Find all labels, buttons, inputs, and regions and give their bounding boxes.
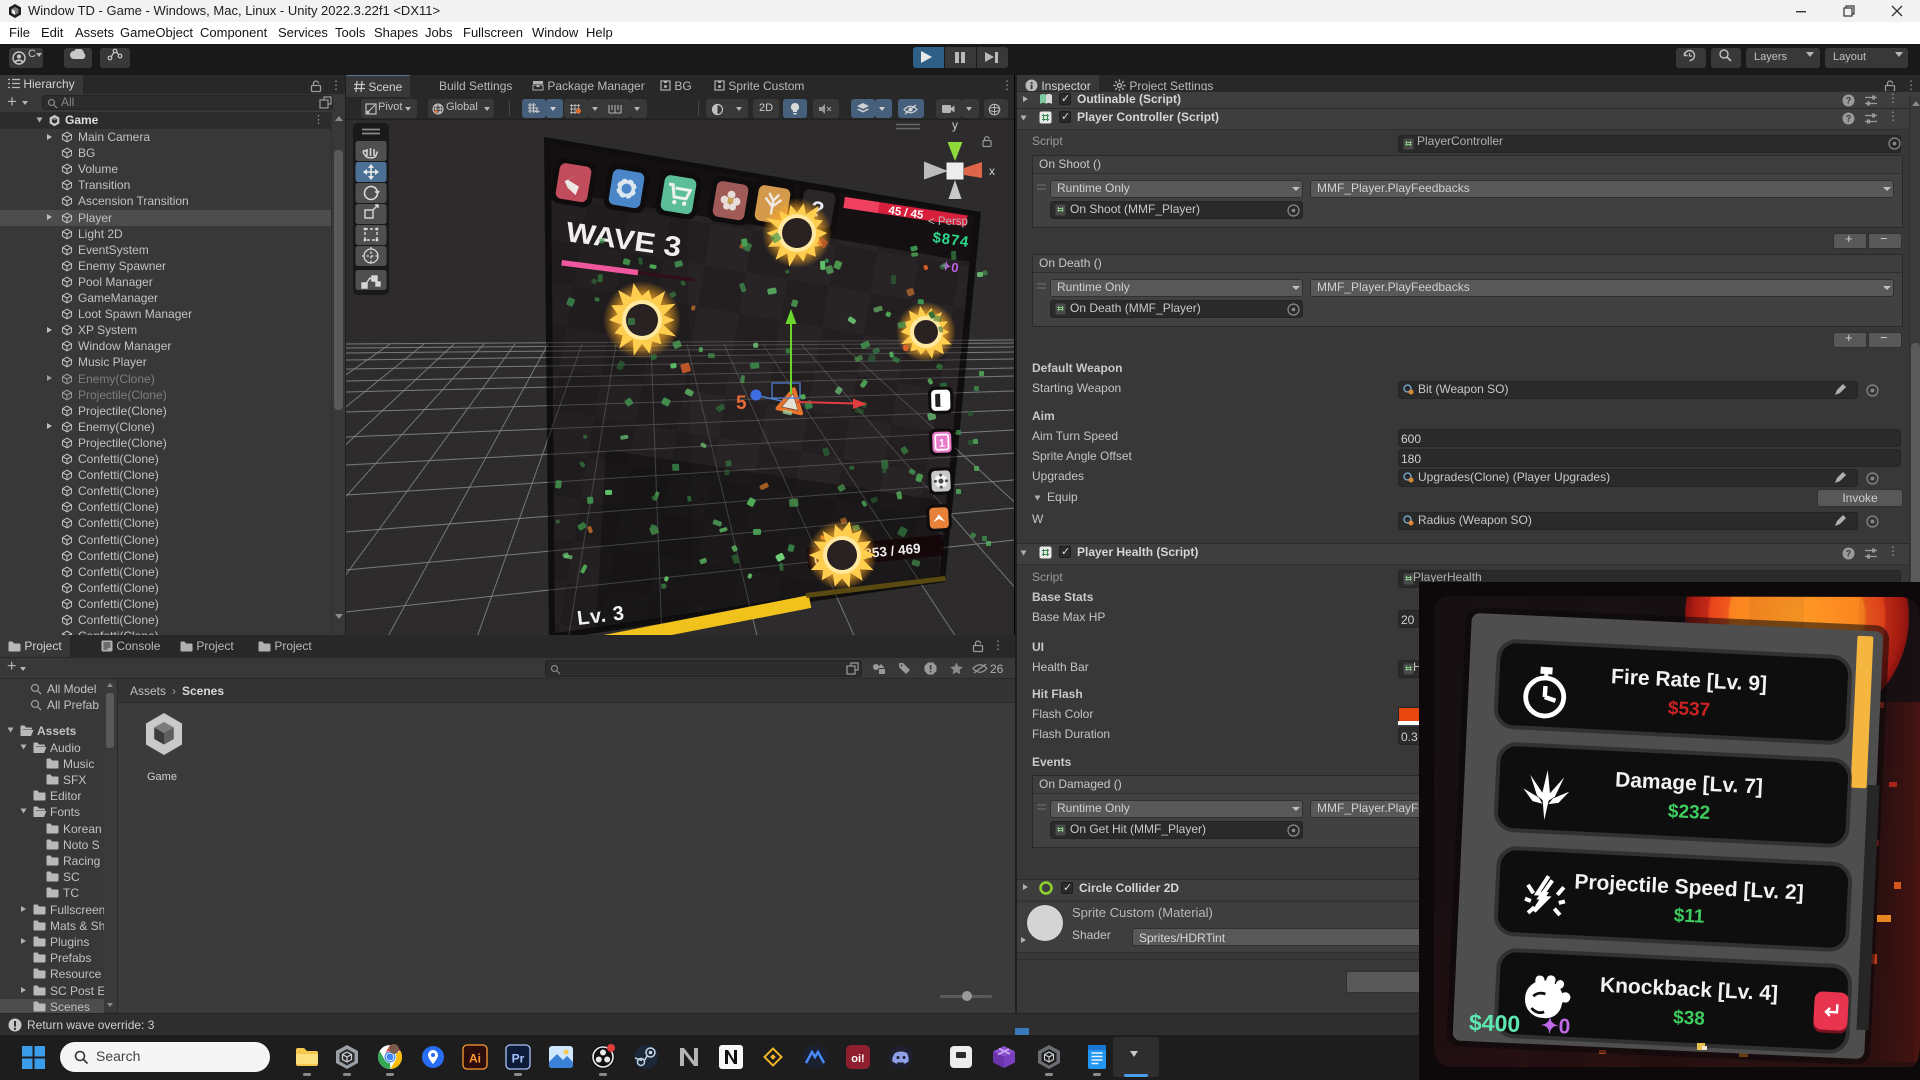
svg-text:1: 1 xyxy=(939,438,946,450)
svg-text:?: ? xyxy=(1846,96,1852,106)
svg-text:?: ? xyxy=(1846,549,1852,559)
svg-text:x: x xyxy=(989,164,995,178)
svg-text:Pr: Pr xyxy=(512,1052,525,1066)
svg-text:y: y xyxy=(952,120,958,132)
svg-text:< Persp: < Persp xyxy=(928,216,968,228)
svg-text:?: ? xyxy=(1846,114,1852,124)
svg-text:oi!: oi! xyxy=(851,1053,864,1065)
svg-text:5: 5 xyxy=(736,393,747,414)
svg-text:Ai: Ai xyxy=(469,1052,481,1066)
